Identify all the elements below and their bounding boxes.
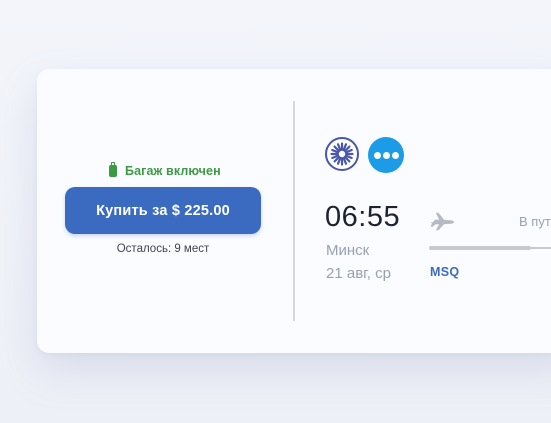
route-line — [531, 247, 551, 249]
page-background: Багаж включен Купить за $ 225.00 Осталос… — [0, 0, 551, 423]
flight-offer-card: Багаж включен Купить за $ 225.00 Осталос… — [37, 69, 551, 353]
route-progress-bar — [429, 246, 531, 250]
dots-logo-icon — [368, 137, 404, 173]
baggage-label: Багаж включен — [125, 164, 221, 178]
plane-icon — [430, 212, 454, 231]
departure-date: 21 авг, ср — [326, 265, 391, 282]
buy-button[interactable]: Купить за $ 225.00 — [65, 187, 261, 234]
departure-city: Минск — [326, 242, 370, 259]
purchase-panel: Багаж включен Купить за $ 225.00 Осталос… — [37, 69, 293, 353]
departure-time: 06:55 — [325, 201, 401, 233]
seats-left-text: Осталось: 9 мест — [116, 243, 210, 255]
airline-logos — [325, 137, 404, 173]
cornflower-flower-icon — [330, 142, 354, 166]
logo-dot — [382, 151, 390, 159]
departure-airport-code: MSQ — [430, 265, 460, 279]
logo-dot — [391, 151, 399, 159]
luggage-icon — [109, 162, 117, 177]
logo-dot — [373, 151, 381, 159]
cornflower-logo-icon — [325, 137, 359, 171]
baggage-included: Багаж включен — [109, 162, 221, 178]
in-transit-label: В пут — [519, 214, 551, 229]
divider — [293, 101, 295, 321]
